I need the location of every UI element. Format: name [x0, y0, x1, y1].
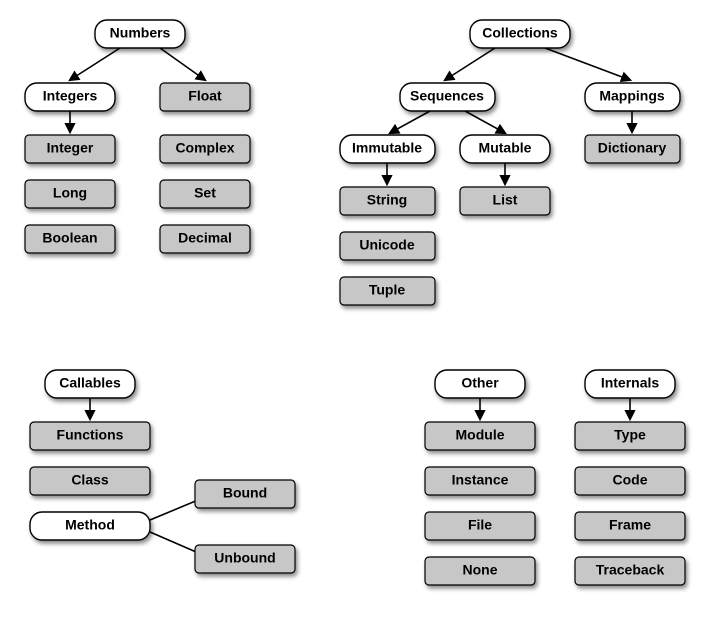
node-set: Set	[160, 180, 250, 208]
node-functions: Functions	[30, 422, 150, 450]
node-frame: Frame	[575, 512, 685, 540]
node-bound: Bound	[195, 480, 295, 508]
node-long: Long	[25, 180, 115, 208]
node-method: Method	[30, 512, 150, 540]
node-boolean: Boolean	[25, 225, 115, 253]
node-none: None	[425, 557, 535, 585]
node-tuple: Tuple	[340, 277, 435, 305]
edge-collections-sequences	[445, 48, 495, 80]
node-instance: Instance	[425, 467, 535, 495]
node-unicode: Unicode	[340, 232, 435, 260]
node-other: Other	[435, 370, 525, 398]
node-mappings: Mappings	[585, 83, 680, 111]
node-class: Class	[30, 467, 150, 495]
edge-numbers-integers	[70, 48, 120, 80]
node-numbers: Numbers	[95, 20, 185, 48]
edge-numbers-float	[160, 48, 205, 80]
node-collections: Collections	[470, 20, 570, 48]
node-dictionary: Dictionary	[585, 135, 680, 163]
node-type: Type	[575, 422, 685, 450]
node-module: Module	[425, 422, 535, 450]
node-list: List	[460, 187, 550, 215]
node-unbound: Unbound	[195, 545, 295, 573]
node-internals: Internals	[585, 370, 675, 398]
node-integers: Integers	[25, 83, 115, 111]
node-code: Code	[575, 467, 685, 495]
edge-sequences-mutable	[465, 111, 505, 133]
node-immutable: Immutable	[340, 135, 435, 163]
node-float: Float	[160, 83, 250, 111]
edge-sequences-immutable	[390, 111, 430, 133]
edge-collections-mappings	[545, 48, 630, 80]
node-integer: Integer	[25, 135, 115, 163]
node-traceback: Traceback	[575, 557, 685, 585]
node-sequences: Sequences	[400, 83, 495, 111]
node-complex: Complex	[160, 135, 250, 163]
node-decimal: Decimal	[160, 225, 250, 253]
node-callables: Callables	[45, 370, 135, 398]
type-hierarchy-diagram: Numbers Integers Float Integer Long Bool…	[0, 0, 715, 627]
node-mutable: Mutable	[460, 135, 550, 163]
node-file: File	[425, 512, 535, 540]
node-string: String	[340, 187, 435, 215]
